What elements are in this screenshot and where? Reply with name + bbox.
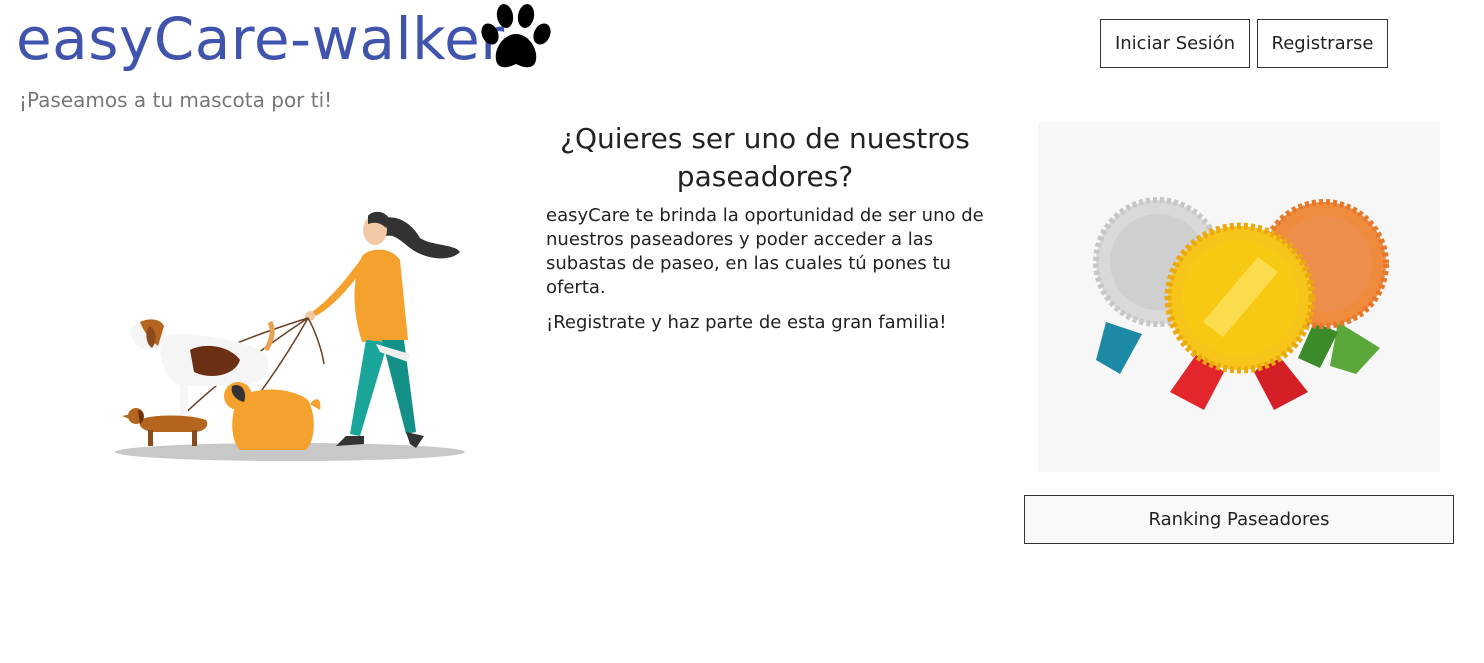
dog-walker-illustration	[115, 211, 465, 461]
register-invitation: ¡Registrate y haz parte de esta gran fam…	[546, 312, 947, 333]
brand-name: easyCare-walker	[16, 5, 505, 73]
medals-illustration	[1093, 197, 1389, 410]
ranking-button[interactable]: Ranking Paseadores	[1024, 495, 1454, 544]
page-headline: ¿Quieres ser uno de nuestros paseadores?	[560, 122, 970, 193]
intro-paragraph: easyCare te brinda la oportunidad de ser…	[546, 205, 984, 298]
paw-icon	[481, 4, 551, 68]
medals-image	[1038, 122, 1440, 472]
register-button[interactable]: Registrarse	[1257, 19, 1388, 68]
login-button[interactable]: Iniciar Sesión	[1100, 19, 1250, 68]
tagline: ¡Paseamos a tu mascota por ti!	[19, 88, 333, 112]
